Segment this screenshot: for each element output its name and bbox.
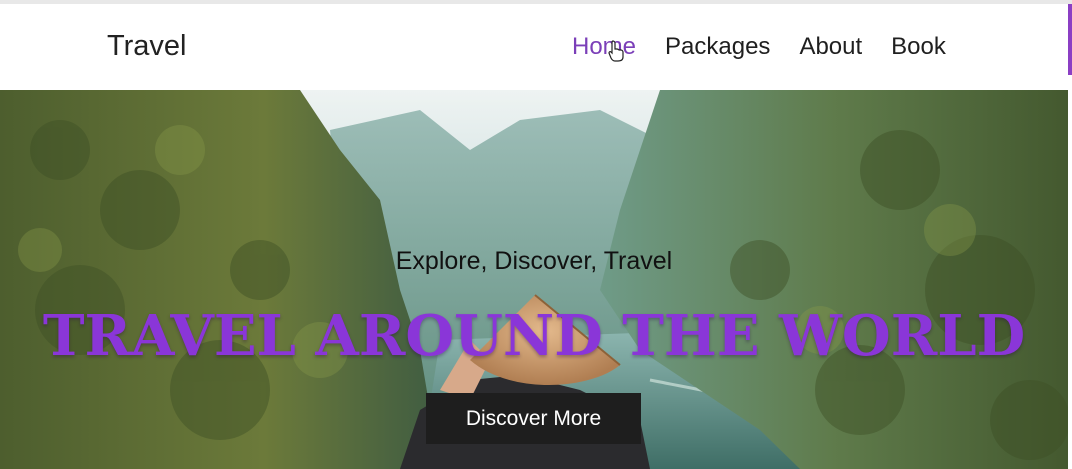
brand-logo[interactable]: Travel [107,28,187,64]
hero-title: TRAVEL AROUND THE WORLD [42,303,1026,369]
hero-tagline: Explore, Discover, Travel [395,247,673,275]
nav-link-packages[interactable]: Packages [665,32,770,62]
hand-cursor-icon [608,40,624,62]
nav-link-about[interactable]: About [799,32,862,62]
scroll-accent-bar [1068,4,1072,75]
navbar: Travel Home Packages About Book [0,4,1068,90]
nav-link-book[interactable]: Book [891,32,946,62]
nav-links: Home Packages About Book [572,32,946,62]
hero-section: Explore, Discover, Travel TRAVEL AROUND … [0,90,1068,469]
nav-link-home[interactable]: Home [572,32,636,62]
discover-more-button[interactable]: Discover More [426,393,641,444]
